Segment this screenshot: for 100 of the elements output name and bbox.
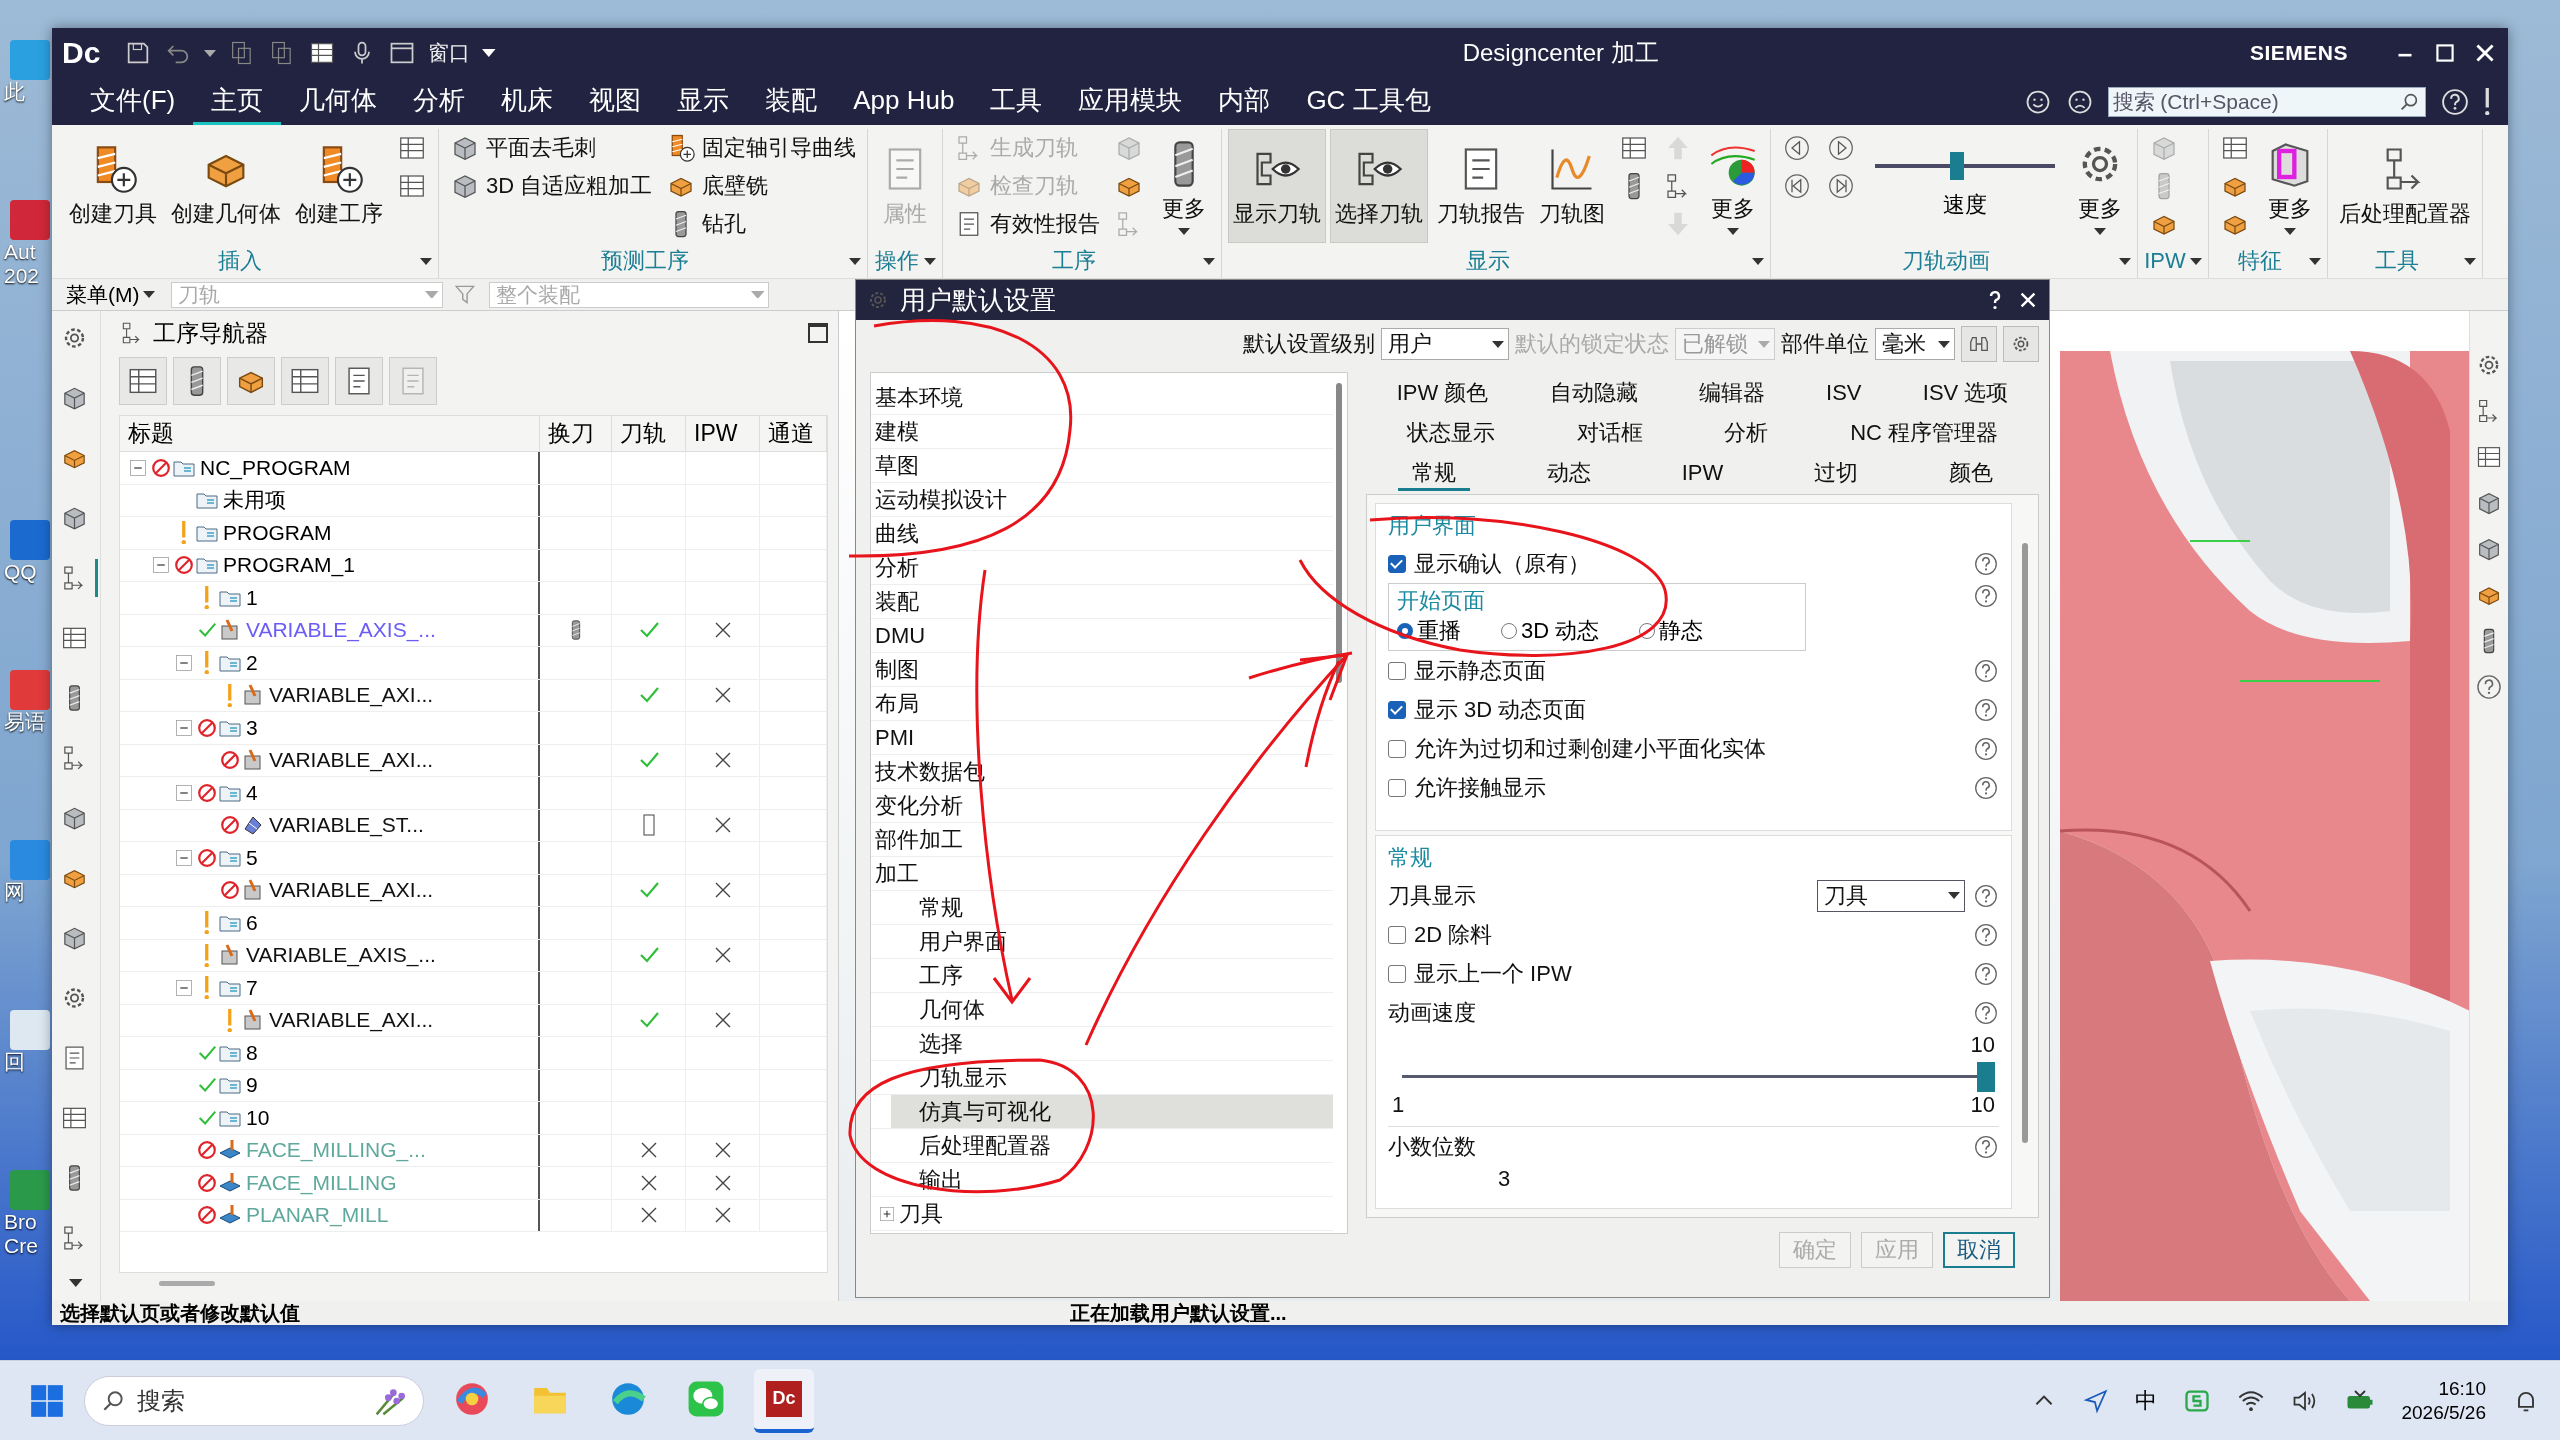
toolbar-button[interactable] (173, 357, 221, 405)
ribbon-button[interactable]: 底壁铣 (661, 167, 862, 205)
ribbon-button[interactable]: 创建工序 (290, 129, 388, 243)
tree-item-label[interactable]: VARIABLE_AXI... (269, 748, 434, 773)
tab[interactable]: 对话框 (1562, 417, 1657, 451)
slider-thumb[interactable] (1949, 152, 1964, 180)
tree-item[interactable]: 制图 (871, 653, 923, 686)
tree-item[interactable]: 部件加工 (871, 823, 967, 856)
collapse-icon[interactable] (174, 718, 193, 737)
tab[interactable]: 常规 (1397, 457, 1470, 491)
tree-item[interactable]: 工序 (891, 959, 967, 992)
tree-item[interactable]: 几何体 (891, 993, 989, 1026)
ribbon-button[interactable]: 创建刀具 (64, 129, 162, 243)
search-field[interactable]: 搜索 (Ctrl+Space) (2107, 86, 2426, 117)
tab[interactable]: 颜色 (1935, 457, 2008, 491)
tree-item-label[interactable]: 8 (246, 1040, 258, 1065)
tree-item[interactable]: 草图 (871, 449, 923, 482)
ribbon-button[interactable]: 平面去毛刺 (445, 129, 658, 167)
scrollbar-thumb[interactable] (2022, 543, 2028, 1143)
tree-item-label[interactable]: 3 (246, 715, 258, 740)
speed-slider[interactable] (1875, 152, 2056, 180)
tab[interactable]: 过切 (1800, 457, 1873, 491)
window-menu[interactable]: 窗口 (428, 39, 471, 67)
tree-item[interactable]: 基本环境 (871, 381, 967, 414)
checkbox[interactable] (1388, 554, 1406, 573)
tree-item-label[interactable]: 1 (246, 585, 258, 610)
caret-icon[interactable] (69, 1279, 83, 1287)
help-icon[interactable] (2439, 86, 2470, 117)
collapse-icon[interactable] (174, 848, 193, 867)
tree-item-label[interactable]: 7 (246, 975, 258, 1000)
menu-tab[interactable]: GC 工具包 (1288, 78, 1449, 125)
tree-item[interactable]: 常规 (891, 891, 967, 924)
menu-tab[interactable]: 机床 (483, 78, 572, 125)
tree-item[interactable]: DMU (871, 619, 930, 652)
ribbon-button[interactable]: 刀轨报告 (1432, 129, 1531, 243)
ribbon-button[interactable]: 选择刀轨 (1330, 129, 1429, 243)
clock-time[interactable]: 16:10 (2438, 1376, 2486, 1401)
checkbox[interactable] (1388, 739, 1406, 758)
menu-tab[interactable]: App Hub (835, 78, 973, 125)
collapse-icon[interactable] (174, 783, 193, 802)
tree-item-label[interactable]: 未用项 (223, 486, 286, 515)
caret-icon[interactable] (2119, 257, 2132, 265)
menu-tab[interactable]: 文件(F) (72, 78, 194, 125)
ribbon-button[interactable]: 更多 (2258, 129, 2321, 243)
caret-icon[interactable] (2189, 257, 2202, 265)
checkbox[interactable] (1388, 925, 1406, 944)
desktop-icon-label[interactable]: 回 (0, 1050, 54, 1074)
tree-item-label[interactable]: 4 (246, 780, 258, 805)
radio-option[interactable]: 静态 (1639, 616, 1704, 646)
tree-item[interactable]: 曲线 (871, 517, 923, 550)
menu-tab[interactable]: 视图 (571, 78, 660, 125)
tree-item[interactable]: 选择 (891, 1027, 967, 1060)
tree-item-label[interactable]: 6 (246, 910, 258, 935)
tab[interactable]: 自动隐藏 (1535, 377, 1652, 411)
ribbon-button[interactable]: 后处理配置器 (2333, 129, 2476, 243)
caret-icon[interactable] (924, 257, 937, 265)
tree-item[interactable]: 刀具 (871, 1197, 947, 1230)
tool-display-dropdown[interactable]: 刀具 (1817, 879, 1965, 912)
radio-option[interactable]: 3D 动态 (1501, 616, 1600, 646)
ribbon-button[interactable]: 更多 (2069, 129, 2132, 243)
checkbox[interactable] (1388, 700, 1406, 719)
tree-item[interactable]: 装配 (871, 585, 923, 618)
tree-item-label[interactable]: VARIABLE_AXI... (269, 1008, 434, 1033)
clock-date[interactable]: 2026/5/26 (2401, 1400, 2486, 1425)
caret-icon[interactable] (849, 257, 862, 265)
caret-icon[interactable] (1752, 257, 1765, 265)
tree-item-label[interactable]: 9 (246, 1073, 258, 1098)
menu-tab[interactable]: 应用模块 (1060, 78, 1201, 125)
caret-icon[interactable] (2308, 257, 2321, 265)
tree-item-label[interactable]: VARIABLE_AXI... (269, 683, 434, 708)
menu-tab[interactable]: 内部 (1200, 78, 1289, 125)
toolbar-button[interactable] (119, 357, 167, 405)
tree-item-label[interactable]: 5 (246, 845, 258, 870)
units-dropdown[interactable]: 毫米 (1875, 328, 1955, 360)
checkbox[interactable] (1388, 964, 1406, 983)
ribbon-button[interactable]: 刀轨图 (1534, 129, 1611, 243)
ribbon-button[interactable]: 显示刀轨 (1228, 129, 1327, 243)
desktop-icon-label[interactable]: Bro Cre (0, 1210, 54, 1258)
tree-item[interactable]: 仿真与可视化 (891, 1095, 1333, 1128)
expand-icon[interactable] (879, 1205, 895, 1222)
tree-item[interactable]: PMI (871, 721, 919, 754)
tab[interactable]: 编辑器 (1684, 377, 1779, 411)
search-button[interactable] (1961, 326, 1997, 362)
ribbon-button[interactable]: 有效性报告 (949, 205, 1106, 243)
collapse-icon[interactable] (128, 458, 147, 477)
tree-item[interactable]: 变化分析 (871, 789, 967, 822)
radio-option[interactable]: 重播 (1397, 616, 1461, 646)
dialog-button[interactable]: 取消 (1943, 1232, 2015, 1268)
menu-tab[interactable]: 装配 (747, 78, 836, 125)
ribbon-button[interactable]: 更多 (1153, 129, 1216, 243)
toolbar-button[interactable] (227, 357, 275, 405)
menu-tab[interactable]: 分析 (395, 78, 484, 125)
tab[interactable]: IPW 颜色 (1382, 377, 1503, 411)
navigation-arrow-icon[interactable] (2083, 1387, 2110, 1414)
scrollbar-thumb[interactable] (159, 1281, 215, 1286)
tree-item-label[interactable]: PROGRAM (223, 520, 332, 545)
tree-item-label[interactable]: VARIABLE_AXIS_... (246, 943, 436, 968)
caret-icon[interactable] (420, 257, 432, 265)
ribbon-button[interactable]: 钻孔 (661, 205, 862, 243)
tree-item[interactable]: 加工 (871, 857, 923, 890)
